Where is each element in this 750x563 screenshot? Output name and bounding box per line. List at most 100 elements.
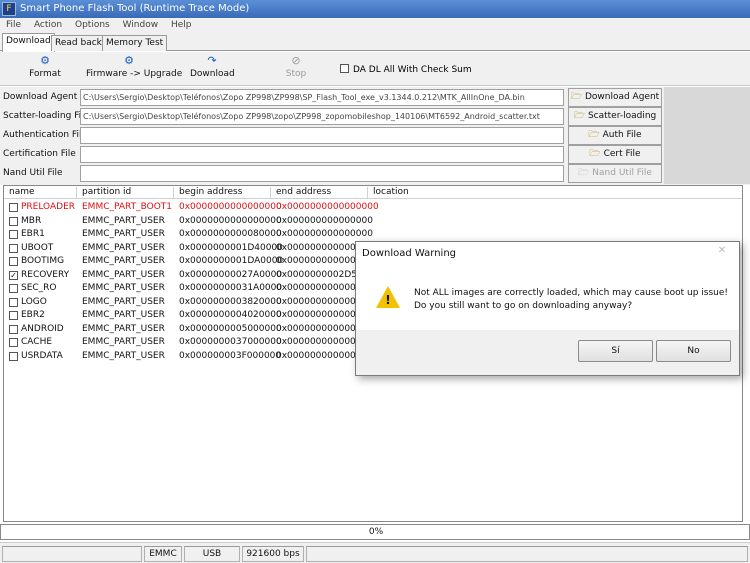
menu-window[interactable]: Window — [123, 18, 159, 33]
cert-field[interactable] — [80, 146, 564, 163]
scatter-field[interactable]: C:\Users\Sergio\Desktop\Teléfonos\Zopo Z… — [80, 108, 564, 125]
row-name: LOGO — [21, 296, 47, 307]
nand-util-button[interactable]: 🗁 Nand Util File — [568, 164, 662, 183]
folder-icon: 🗁 — [578, 168, 590, 178]
col-partition-id[interactable]: partition id — [77, 187, 174, 199]
menu-file[interactable]: File — [6, 18, 21, 33]
row-end-address: 0x0000000000000000 — [276, 202, 379, 212]
window-title: Smart Phone Flash Tool (Runtime Trace Mo… — [20, 3, 250, 14]
stop-label: Stop — [285, 69, 307, 79]
dialog-title: Download Warning — [362, 248, 456, 259]
status-bar: EMMC USB 921600 bps — [0, 542, 750, 563]
row-begin-address: 0x0000000000000000 — [179, 202, 282, 212]
row-name: UBOOT — [21, 242, 54, 253]
menu-bar: File Action Options Window Help — [0, 18, 750, 33]
toolbar: ⚙ Format ⚙ Firmware -> Upgrade ↷ Downloa… — [0, 52, 750, 86]
row-checkbox[interactable] — [9, 311, 18, 320]
row-begin-address: 0x0000000000000000 — [179, 215, 282, 226]
tab-download[interactable]: Download — [2, 33, 55, 52]
stop-icon: ⊘ — [291, 54, 301, 67]
row-partition-id: EMMC_PART_USER — [82, 283, 165, 293]
row-partition-id: EMMC_PART_USER — [82, 242, 165, 253]
cert-file-button[interactable]: 🗁 Cert File — [568, 145, 662, 164]
row-begin-address: 0x0000000004020000 — [179, 310, 282, 320]
dialog-message-line1: Not ALL images are correctly loaded, whi… — [414, 288, 729, 298]
cert-row: Certification File 🗁 Cert File — [0, 145, 750, 164]
download-agent-button[interactable]: 🗁 Download Agent — [568, 88, 662, 107]
folder-icon: 🗁 — [570, 92, 582, 102]
folder-icon: 🗁 — [589, 149, 601, 159]
nand-label: Nand Util File — [3, 168, 63, 178]
col-begin-address[interactable]: begin address — [174, 187, 271, 199]
file-panel: Download Agent C:\Users\Sergio\Desktop\T… — [0, 87, 750, 185]
row-name: PRELOADER — [21, 202, 76, 212]
row-checkbox[interactable] — [9, 324, 18, 334]
nand-button-label: Nand Util File — [592, 168, 652, 178]
progress-text: 0% — [368, 527, 384, 537]
menu-help[interactable]: Help — [171, 18, 192, 33]
row-partition-id: EMMC_PART_USER — [82, 323, 165, 334]
scatter-label: Scatter-loading File — [3, 111, 90, 121]
format-icon: ⚙ — [40, 54, 50, 67]
row-end-address: 0x000000000000000 — [276, 215, 373, 226]
menu-action[interactable]: Action — [34, 18, 62, 33]
row-begin-address: 0x00000000027A0000 — [179, 269, 283, 280]
row-begin-address: 0x0000000003820000 — [179, 296, 282, 307]
row-checkbox[interactable] — [9, 351, 18, 361]
col-end-address[interactable]: end address — [271, 187, 368, 199]
status-baud: 921600 bps — [242, 546, 304, 562]
row-checkbox[interactable] — [9, 338, 18, 347]
row-begin-address: 0x0000000005000000 — [179, 323, 282, 334]
nand-row: Nand Util File 🗁 Nand Util File — [0, 164, 750, 183]
tab-read-back[interactable]: Read back — [51, 35, 106, 51]
status-cell-rest — [306, 546, 748, 562]
row-checkbox[interactable] — [9, 243, 18, 253]
download-agent-field[interactable]: C:\Users\Sergio\Desktop\Teléfonos\Zopo Z… — [80, 89, 564, 106]
progress-bar: 0% — [0, 524, 750, 540]
table-header: name partition id begin address end addr… — [4, 186, 742, 199]
no-button[interactable]: No — [656, 340, 731, 362]
scatter-loading-button[interactable]: 🗁 Scatter-loading — [568, 107, 662, 126]
row-name: RECOVERY — [21, 269, 70, 280]
checksum-label: DA DL All With Check Sum — [353, 65, 472, 75]
row-checkbox[interactable] — [9, 203, 18, 212]
folder-icon: 🗁 — [588, 130, 600, 140]
firmware-upgrade-button[interactable]: ⚙ Firmware -> Upgrade — [86, 54, 183, 84]
status-storage: EMMC — [144, 546, 182, 562]
row-checkbox[interactable] — [9, 284, 18, 293]
download-icon: ↷ — [207, 54, 217, 67]
folder-icon: 🗁 — [573, 111, 585, 121]
close-icon[interactable]: ✕ — [711, 246, 733, 258]
checkbox-box[interactable] — [340, 64, 349, 73]
row-name: BOOTIMG — [21, 256, 65, 266]
tab-memory-test[interactable]: Memory Test — [102, 35, 168, 51]
firmware-label: Firmware -> Upgrade — [86, 69, 183, 79]
row-checkbox[interactable] — [9, 257, 18, 266]
panel-filler — [664, 87, 750, 184]
row-partition-id: EMMC_PART_USER — [82, 296, 165, 307]
checksum-checkbox[interactable]: DA DL All With Check Sum — [340, 64, 472, 76]
menu-options[interactable]: Options — [75, 18, 110, 33]
table-row[interactable]: EBR1 EMMC_PART_USER 0x0000000000080000 0x00… — [4, 228, 742, 242]
yes-button[interactable]: Sí — [578, 340, 653, 362]
row-partition-id: EMMC_PART_BOOT1 — [82, 202, 173, 212]
download-button[interactable]: ↷ Download — [190, 54, 235, 84]
row-checkbox[interactable] — [9, 297, 18, 307]
col-location[interactable]: location — [368, 187, 742, 199]
table-row[interactable]: MBR EMMC_PART_USER 0x0000000000000000 0x000… — [4, 215, 742, 229]
download-agent-button-label: Download Agent — [584, 92, 660, 102]
row-checkbox[interactable] — [9, 216, 18, 226]
row-checkbox[interactable]: ✓ — [9, 270, 18, 280]
nand-field[interactable] — [80, 165, 564, 182]
row-checkbox[interactable] — [9, 230, 18, 239]
scatter-button-label: Scatter-loading — [587, 111, 657, 121]
dialog-title-bar: Download Warning ✕ — [356, 242, 739, 264]
auth-file-button[interactable]: 🗁 Auth File — [568, 126, 662, 145]
format-button[interactable]: ⚙ Format — [28, 54, 62, 84]
col-name[interactable]: name — [4, 187, 77, 199]
row-name: USRDATA — [21, 350, 63, 361]
auth-field[interactable] — [80, 127, 564, 144]
stop-button[interactable]: ⊘ Stop — [282, 54, 310, 84]
app-icon[interactable]: F — [2, 2, 16, 16]
table-row[interactable]: PRELOADER EMMC_PART_BOOT1 0x00000000000000… — [4, 201, 742, 215]
